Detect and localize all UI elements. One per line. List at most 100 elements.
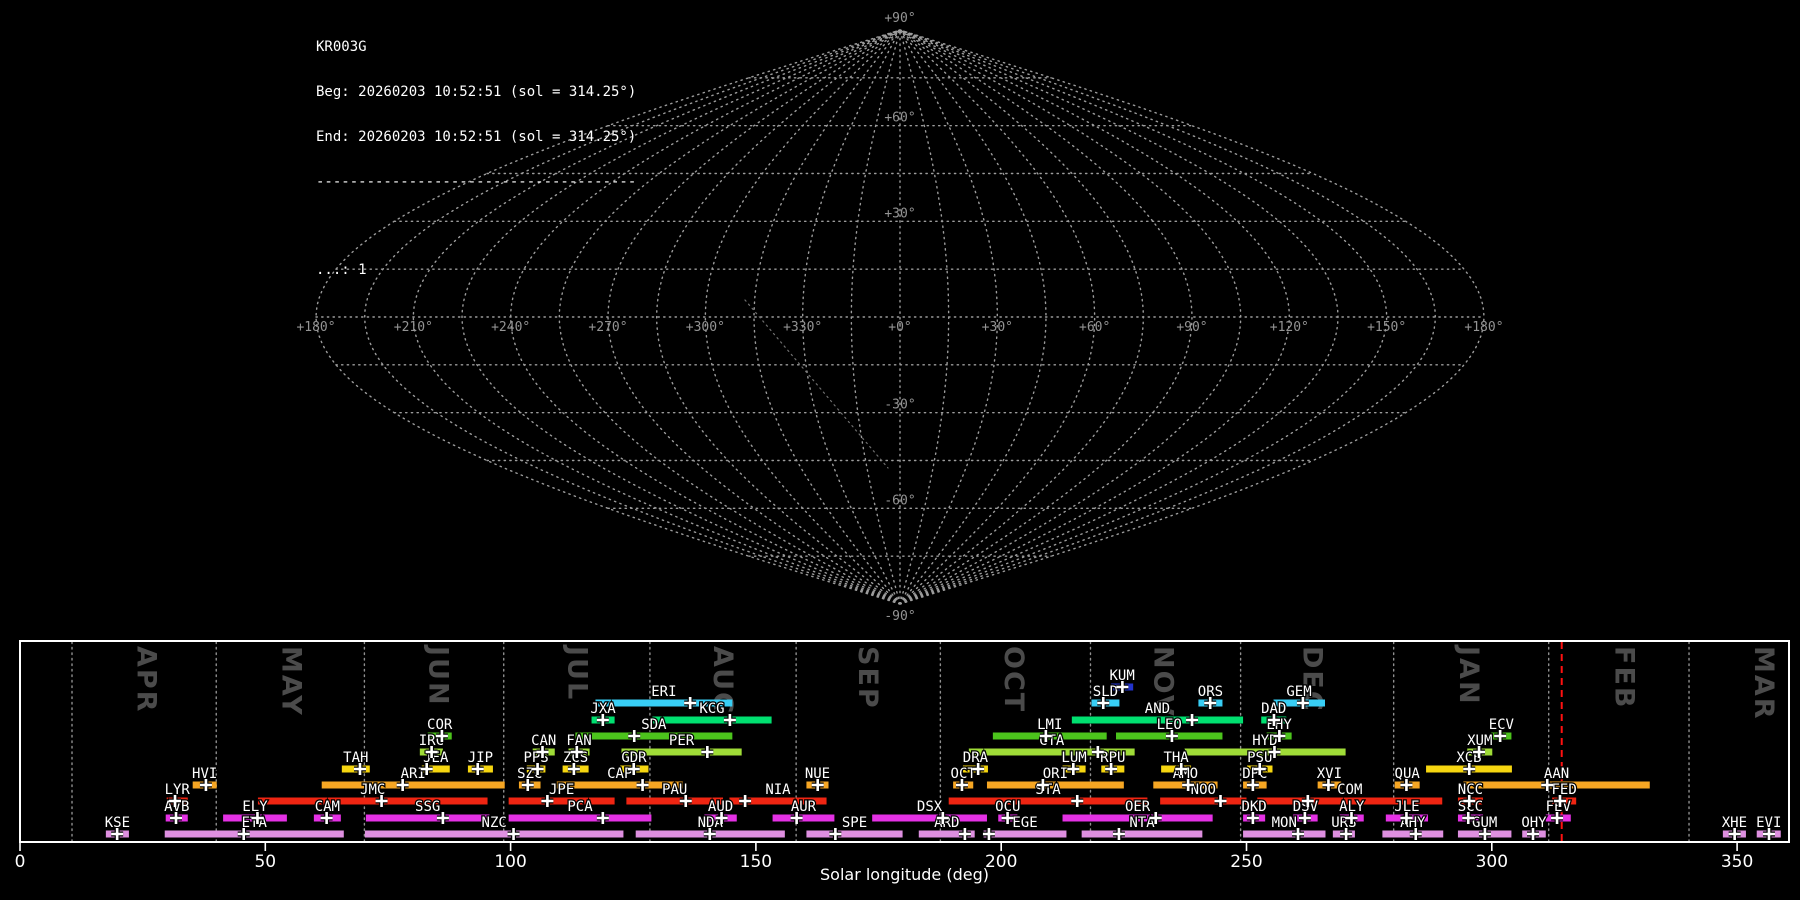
shower-code-label: NOO [1191,782,1216,798]
shower-bar [508,797,615,805]
shower-peak-marker [1112,828,1125,840]
begin-time-line: Beg: 20260203 10:52:51 (sol = 314.25°) [316,84,637,100]
longitude-label: +300° [686,320,725,335]
pole-label-south: -90° [884,609,915,624]
shower-code-label: AND [1145,701,1170,717]
shower-peak-marker [1186,714,1199,726]
longitude-label: +150° [1367,320,1406,335]
shower-code-label: OER [1125,799,1151,815]
activity-timeline: APR MAY JUN JUL AUG SEP OCT NOV DEC JAN FEB MARKUME… [15,640,1790,884]
month-label: MAY [275,646,306,717]
shower-code-label: ORI [1043,766,1068,782]
shower-bar [1160,797,1247,805]
month-label: OCT [998,646,1029,713]
shower-code-label: LMI [1037,717,1062,733]
month-label: FEB [1608,646,1639,709]
shower-bar [575,732,733,740]
x-axis-tick-label: 350 [1721,852,1753,872]
shower-bar [164,830,344,838]
shower-code-label: MON [1272,815,1297,831]
shower-code-label: SSG [415,799,440,815]
month-label: MAR [1748,646,1779,721]
longitude-label: +90° [1176,320,1207,335]
shower-peak-marker [628,730,641,742]
info-header: KR003G Beg: 20260203 10:52:51 (sol = 314… [316,10,636,308]
shower-bar [872,814,987,822]
shower-bar [983,830,1067,838]
shower-code-label: LEO [1157,717,1182,733]
shower-bar [364,830,624,838]
shower-peak-marker [701,746,714,758]
shower-peak-marker [684,697,697,709]
shower-code-label: JIP [468,750,493,766]
month-label: SEP [852,646,883,710]
x-axis-tick-label: 300 [1476,852,1508,872]
shower-code-label: THA [1163,750,1189,766]
shower-code-label: SDA [641,717,667,733]
meridian-gridline [899,29,1096,605]
month-label: JAN [1453,644,1484,706]
shower-code-label: PCA [567,799,593,815]
shower-code-label: ERI [651,684,676,700]
shower-code-label: PER [669,733,695,749]
meridian-gridline [899,29,1145,605]
shower-code-label: KCG [699,701,724,717]
month-label: JUL [561,644,592,701]
longitude-label: +180° [1464,320,1503,335]
shower-code-label: COM [1337,782,1362,798]
x-axis-tick-label: 250 [1230,852,1262,872]
meridian-gridline [899,29,1291,605]
shower-bar [948,797,1148,805]
shower-peak-marker [636,779,649,791]
shower-bar [652,716,772,724]
longitude-label: +30° [982,320,1013,335]
shower-bar [772,814,835,822]
longitude-label: +120° [1270,320,1309,335]
pole-label-north: +90° [884,11,915,26]
x-axis-tick-label: 200 [985,852,1017,872]
month-label: JUN [423,644,454,707]
shower-bar [257,797,488,805]
x-axis-tick-label: 0 [15,852,26,872]
plot-canvas: +90° -90° +60° +30° -30° -60° +180° +150° +120° +… [15,11,1790,884]
shower-bar [1243,830,1326,838]
shower-code-label: FED [1552,782,1577,798]
separator-line: -------------------------------------- [316,174,637,190]
shower-peak-marker [507,828,520,840]
shower-code-label: EGE [1012,815,1037,831]
shower-code-label: NIA [765,782,791,798]
shower-code-label: NZC [482,815,507,831]
x-axis-tick-label: 150 [740,852,772,872]
header-gap [316,220,636,233]
longitude-label: +330° [783,320,822,335]
latitude-label: +60° [884,111,915,126]
shower-code-label: SPE [842,815,867,831]
shower-peak-marker [1071,795,1084,807]
x-axis-tick-label: 50 [254,852,276,872]
radiant-plot-window: +90° -90° +60° +30° -30° -60° +180° +150° +120° +… [0,0,1800,900]
x-axis-tick-label: 100 [494,852,526,872]
longitude-label: +270° [588,320,627,335]
shower-bar [321,781,505,789]
radiant-count-line: ...: 1 [316,262,367,278]
shower-code-label: TAH [343,750,368,766]
shower-peak-marker [1214,795,1227,807]
longitude-label: +0° [888,320,911,335]
longitude-label: +60° [1079,320,1110,335]
shower-code-label: DSX [917,799,943,815]
shower-bar [508,814,652,822]
end-time-line: End: 20260203 10:52:51 (sol = 314.25°) [316,129,637,145]
month-label: APR [131,646,162,713]
longitude-label: +180° [296,320,335,335]
meridian-gridline [899,29,1485,605]
latitude-label: -30° [884,398,915,413]
shower-peak-marker [596,812,609,824]
longitude-label: +210° [394,320,433,335]
station-id: KR003G [316,39,367,55]
latitude-label: -60° [884,493,915,508]
shower-code-label: JPE [549,782,574,798]
longitude-label: +240° [491,320,530,335]
meridian-gridline [753,29,901,605]
shower-peak-marker [829,828,842,840]
shower-peak-marker [982,828,995,840]
